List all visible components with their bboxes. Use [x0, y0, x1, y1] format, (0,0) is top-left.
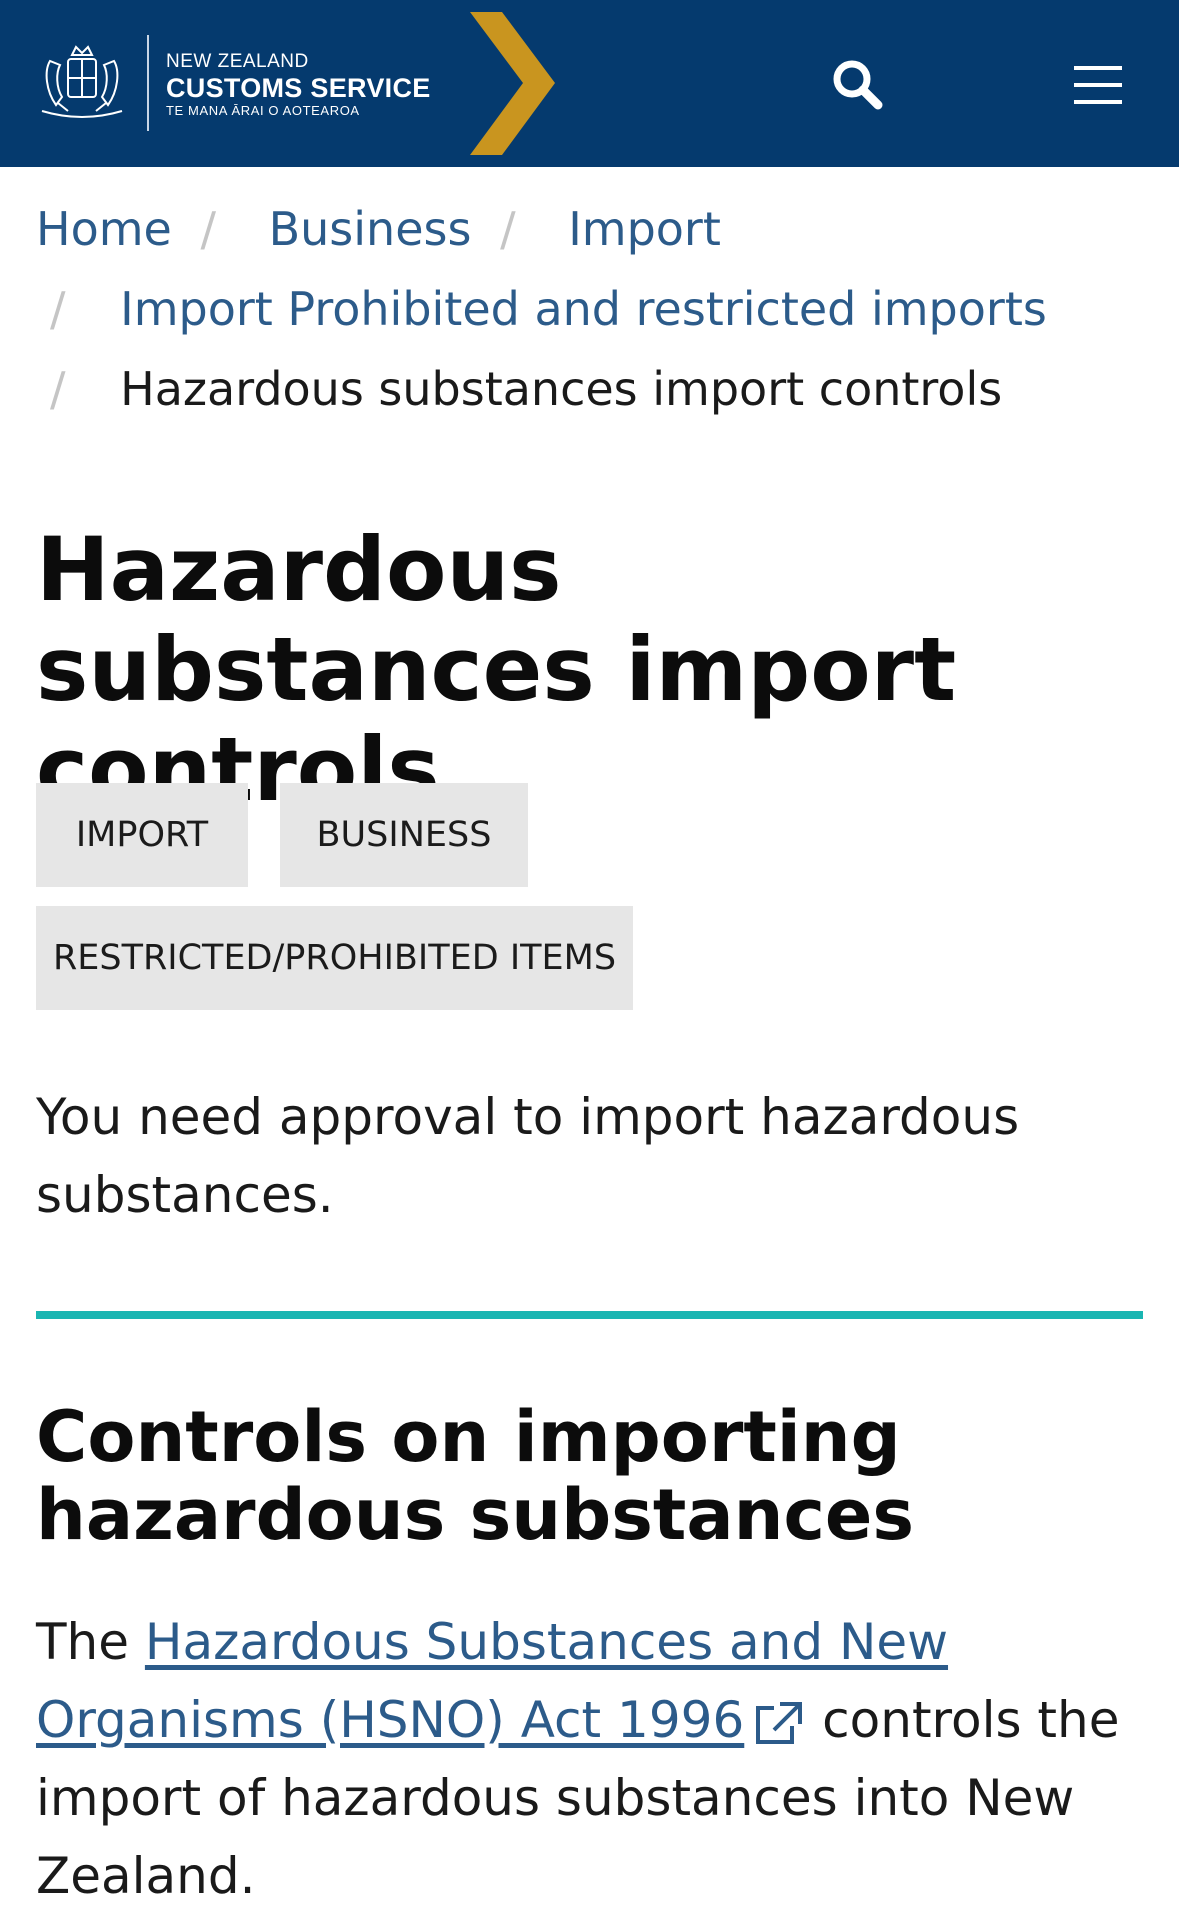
breadcrumb-prohibited-restricted[interactable]: Import Prohibited and restricted imports: [120, 282, 1047, 336]
hsno-act-link[interactable]: Hazardous Substances and New Organisms (…: [36, 1613, 948, 1749]
paragraph-prefix: The: [36, 1613, 129, 1671]
hsno-act-link-text: Hazardous Substances and New Organisms (…: [36, 1613, 949, 1749]
section-paragraph: The Hazardous Substances and New Organis…: [36, 1603, 1146, 1915]
site-header: NEW ZEALAND CUSTOMS SERVICE TE MANA ĀRAI…: [0, 0, 1179, 167]
logo-divider: [147, 35, 149, 131]
external-link-icon: [756, 1701, 803, 1744]
breadcrumb-home[interactable]: Home: [36, 202, 172, 256]
breadcrumb-row: / Import Prohibited and restricted impor…: [36, 277, 1047, 341]
breadcrumb-current: Hazardous substances import controls: [120, 362, 1003, 416]
breadcrumb-separator: /: [50, 362, 66, 416]
hamburger-menu-icon: [1074, 66, 1122, 104]
logo-wordmark: NEW ZEALAND CUSTOMS SERVICE TE MANA ĀRAI…: [166, 51, 431, 119]
logo-line-agency: CUSTOMS SERVICE: [166, 73, 431, 103]
chevron-brand-icon: [470, 12, 555, 155]
tag-import[interactable]: IMPORT: [36, 783, 248, 887]
page-title: Hazardous substances import controls: [36, 518, 957, 821]
logo-line-country: NEW ZEALAND: [166, 51, 309, 72]
breadcrumb-separator: /: [200, 202, 216, 256]
search-button[interactable]: [828, 55, 888, 115]
breadcrumb-import[interactable]: Import: [568, 202, 721, 256]
tag-business[interactable]: BUSINESS: [280, 783, 528, 887]
customs-logo[interactable]: NEW ZEALAND CUSTOMS SERVICE TE MANA ĀRAI…: [36, 33, 466, 133]
breadcrumb-row: Home / Business / Import: [36, 197, 721, 261]
section-divider: [36, 1311, 1143, 1319]
menu-button[interactable]: [1068, 60, 1128, 110]
breadcrumb-business[interactable]: Business: [269, 202, 472, 256]
logo-line-maori: TE MANA ĀRAI O AOTEAROA: [166, 103, 360, 118]
tag-restricted-prohibited-items[interactable]: RESTRICTED/PROHIBITED ITEMS: [36, 906, 633, 1010]
nz-coat-of-arms-icon: [41, 45, 123, 118]
breadcrumb-separator: /: [50, 282, 66, 336]
search-icon: [833, 60, 883, 110]
breadcrumb-row: / Hazardous substances import controls: [36, 357, 1002, 421]
breadcrumb-separator: /: [500, 202, 516, 256]
intro-text: You need approval to import hazardous su…: [36, 1088, 1020, 1224]
section-title: Controls on importing hazardous substanc…: [36, 1396, 915, 1556]
